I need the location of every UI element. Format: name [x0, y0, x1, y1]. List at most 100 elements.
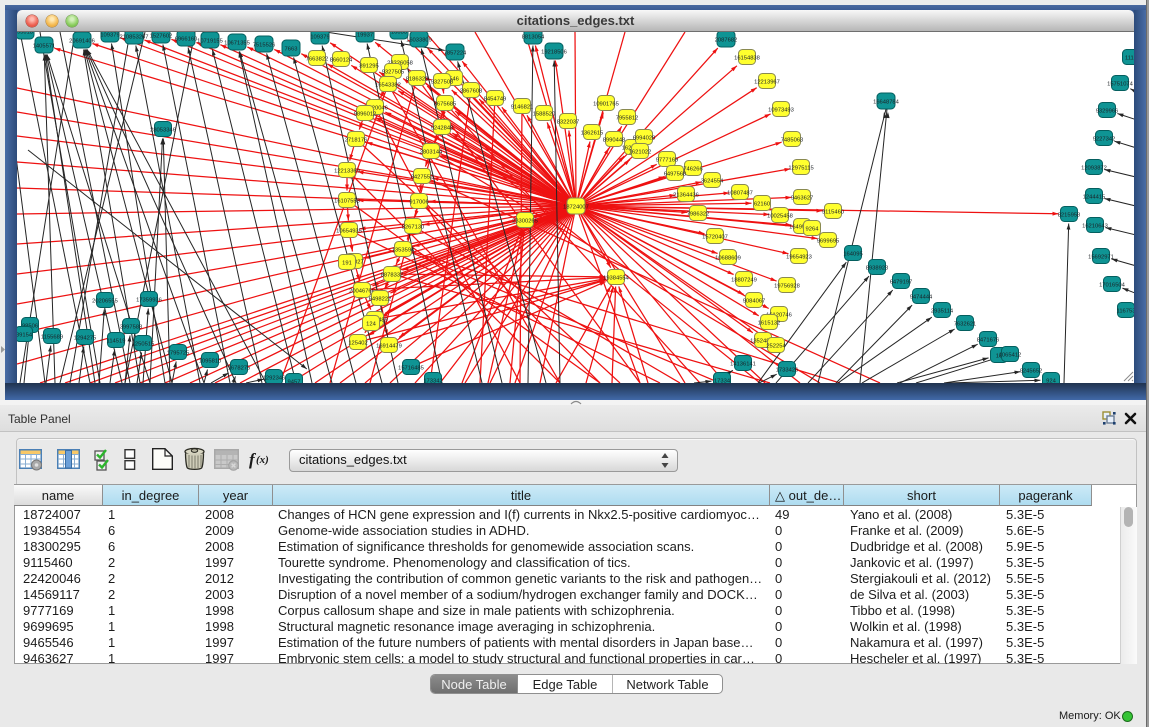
svg-text:1112: 1112 [1125, 55, 1134, 61]
svg-text:8938923: 8938923 [866, 265, 889, 271]
svg-text:8990448: 8990448 [603, 137, 626, 143]
svg-text:9327508: 9327508 [431, 79, 454, 85]
svg-text:1615132: 1615132 [758, 320, 781, 326]
svg-text:20691406: 20691406 [69, 38, 95, 44]
svg-text:10719155: 10719155 [197, 38, 223, 44]
svg-text:62160: 62160 [754, 201, 770, 207]
svg-text:19654923: 19654923 [786, 254, 812, 260]
svg-text:15720407: 15720407 [702, 234, 728, 240]
svg-text:7986322: 7986322 [687, 211, 710, 217]
svg-text:2718176: 2718176 [345, 137, 368, 143]
svg-text:6479197: 6479197 [890, 279, 913, 285]
svg-text:16033: 16033 [391, 32, 407, 35]
svg-text:20046766: 20046766 [349, 288, 375, 294]
svg-text:10671355: 10671355 [224, 40, 250, 46]
svg-text:9227342: 9227342 [1093, 136, 1116, 142]
svg-text:8454749: 8454749 [484, 96, 507, 102]
svg-text:1155689: 1155689 [41, 334, 63, 340]
svg-text:917006: 917006 [409, 199, 428, 205]
svg-text:9115460: 9115460 [822, 209, 844, 215]
svg-text:9329966: 9329966 [1096, 108, 1119, 114]
svg-text:2935114: 2935114 [931, 308, 954, 314]
svg-text:8186328: 8186328 [406, 76, 429, 82]
svg-text:891295: 891295 [359, 63, 378, 69]
svg-text:23300265: 23300265 [512, 218, 538, 224]
svg-text:21364436: 21364436 [673, 192, 699, 198]
svg-text:7663: 7663 [285, 46, 298, 52]
svg-text:6497568: 6497568 [664, 171, 687, 177]
svg-text:1294275: 1294275 [74, 335, 97, 341]
svg-text:10025458: 10025458 [767, 213, 793, 219]
svg-text:125402: 125402 [348, 340, 367, 346]
svg-text:9896012: 9896012 [354, 111, 377, 117]
svg-text:109379: 109379 [100, 32, 119, 38]
svg-text:16648784: 16648784 [873, 99, 900, 105]
svg-text:6994028: 6994028 [633, 135, 656, 141]
svg-text:12213369: 12213369 [334, 168, 360, 174]
svg-text:17334: 17334 [714, 378, 731, 383]
svg-text:6498222: 6498222 [369, 296, 392, 302]
svg-text:210853267: 210853267 [119, 34, 148, 40]
svg-text:12975115: 12975115 [788, 165, 813, 171]
svg-text:(x): (x) [256, 454, 269, 466]
svg-text:7515526: 7515526 [253, 42, 276, 48]
svg-text:8471676: 8471676 [977, 337, 1000, 343]
svg-text:9327505: 9327505 [382, 69, 405, 75]
svg-text:7663822: 7663822 [306, 56, 329, 62]
svg-text:19756928: 19756928 [774, 283, 800, 289]
svg-text:9457: 9457 [288, 379, 301, 383]
svg-text:3675685: 3675685 [434, 101, 457, 107]
svg-text:1733426: 1733426 [776, 367, 799, 373]
svg-text:2803144: 2803144 [420, 149, 443, 155]
svg-text:15716485: 15716485 [398, 365, 424, 371]
svg-text:8660124: 8660124 [330, 57, 353, 63]
svg-text:191: 191 [342, 260, 352, 266]
svg-text:19384554: 19384554 [603, 275, 630, 281]
svg-text:19937: 19937 [357, 32, 373, 38]
svg-text:1353594: 1353594 [392, 247, 415, 253]
svg-text:17359936: 17359936 [136, 297, 162, 303]
svg-text:15751074: 15751074 [1107, 81, 1134, 87]
svg-text:20206555: 20206555 [92, 298, 118, 304]
svg-text:7857224: 7857224 [444, 50, 467, 56]
svg-text:8813054: 8813054 [522, 34, 545, 40]
svg-text:1678275: 1678275 [228, 365, 251, 371]
svg-text:1292346: 1292346 [263, 375, 286, 381]
svg-text:15692971: 15692971 [1088, 254, 1114, 260]
svg-text:6966160: 6966160 [175, 36, 198, 42]
svg-text:19218506: 19218506 [541, 49, 567, 55]
svg-text:16107553: 16107553 [334, 198, 360, 204]
svg-text:8427552: 8427552 [411, 174, 434, 180]
svg-text:173342: 173342 [423, 378, 442, 383]
svg-text:10688609: 10688609 [715, 255, 741, 261]
svg-text:10807487: 10807487 [727, 190, 753, 196]
svg-text:924: 924 [1046, 378, 1056, 383]
svg-text:10901765: 10901765 [593, 101, 619, 107]
svg-text:8267130: 8267130 [402, 224, 425, 230]
svg-text:1250515: 1250515 [132, 341, 155, 347]
svg-text:9474444: 9474444 [910, 294, 933, 300]
svg-text:10973493: 10973493 [768, 107, 794, 113]
svg-text:252254: 252254 [766, 343, 786, 349]
svg-text:39154: 39154 [17, 332, 33, 338]
svg-text:95018: 95018 [17, 32, 33, 35]
svg-text:1065412: 1065412 [999, 352, 1022, 358]
svg-text:8215958: 8215958 [1058, 212, 1081, 218]
svg-text:9242848: 9242848 [431, 125, 454, 131]
svg-text:16033809: 16033809 [406, 37, 432, 43]
svg-text:9463627: 9463627 [791, 195, 814, 201]
svg-text:12093872: 12093872 [1081, 165, 1107, 171]
svg-text:8322037: 8322037 [557, 119, 580, 125]
svg-text:1405571: 1405571 [33, 43, 56, 49]
svg-text:3997588: 3997588 [120, 324, 143, 330]
svg-text:1621022: 1621022 [629, 149, 652, 155]
svg-text:7485063: 7485063 [781, 137, 804, 143]
svg-text:114519: 114519 [107, 338, 126, 344]
svg-text:1095810: 1095810 [199, 358, 222, 364]
svg-text:16914479: 16914479 [376, 343, 402, 349]
svg-text:9146821: 9146821 [511, 104, 534, 110]
svg-text:7955812: 7955812 [616, 115, 639, 121]
svg-text:17016504: 17016504 [1099, 282, 1126, 288]
svg-text:2087682: 2087682 [715, 37, 738, 43]
svg-text:9777169: 9777169 [656, 157, 679, 163]
